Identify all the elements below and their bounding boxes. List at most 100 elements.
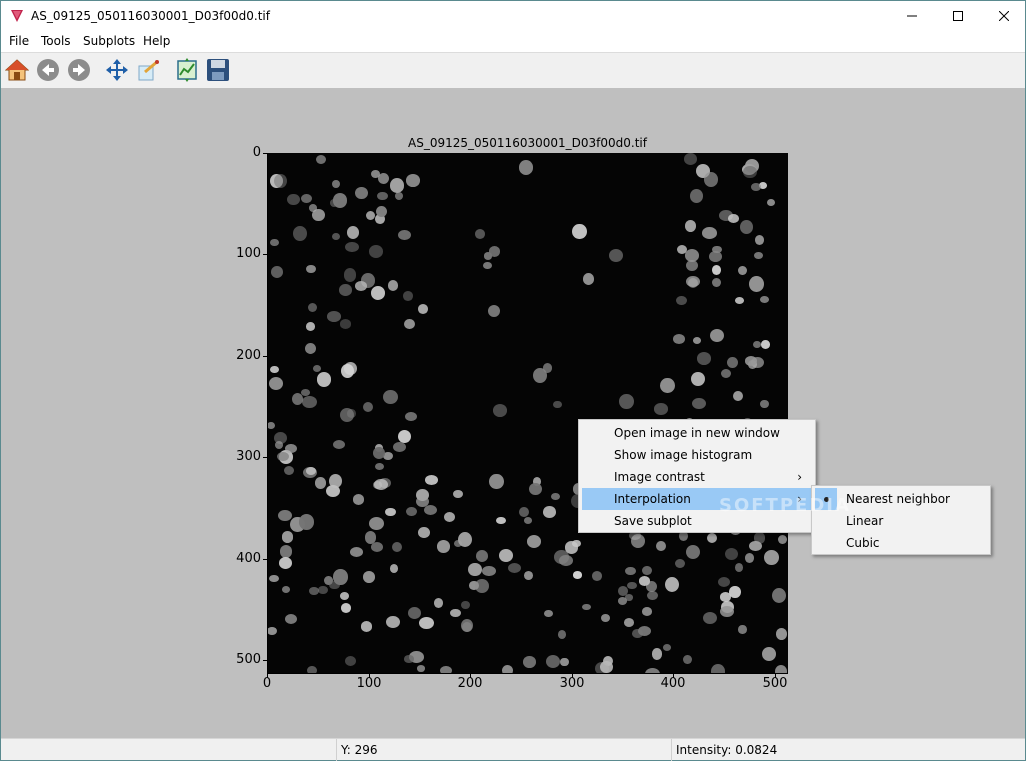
menu-file[interactable]: File <box>9 34 29 48</box>
cell-nucleus <box>374 479 389 490</box>
cell-nucleus <box>375 463 385 471</box>
cell-nucleus <box>692 336 702 344</box>
ctx-item-label: Show image histogram <box>614 448 753 462</box>
cell-nucleus <box>704 172 718 187</box>
cell-nucleus <box>685 276 700 288</box>
cell-nucleus <box>702 227 717 239</box>
cell-nucleus <box>453 490 463 499</box>
menu-help[interactable]: Help <box>143 34 170 48</box>
zoom-button[interactable] <box>136 57 162 83</box>
cell-nucleus <box>304 343 316 354</box>
cell-nucleus <box>744 356 757 366</box>
forward-icon <box>68 59 90 81</box>
y-tick-label: 100 <box>236 246 261 261</box>
cell-nucleus <box>733 390 743 401</box>
cell-nucleus <box>720 606 734 618</box>
cell-nucleus <box>360 621 372 632</box>
cell-nucleus <box>339 591 349 601</box>
forward-button[interactable] <box>66 57 92 83</box>
ctx-open-new-window[interactable]: Open image in new window <box>582 422 812 444</box>
ctx-show-histogram[interactable]: Show image histogram <box>582 444 812 466</box>
cell-nucleus <box>529 482 543 496</box>
cell-nucleus <box>727 356 738 368</box>
cell-nucleus <box>371 541 384 553</box>
cell-nucleus <box>660 378 676 394</box>
title-bar[interactable]: AS_09125_050116030001_D03f00d0.tif <box>1 1 1025 31</box>
ctx-item-label: Open image in new window <box>614 426 780 440</box>
cell-nucleus <box>560 657 569 667</box>
cell-nucleus <box>305 467 316 475</box>
cell-nucleus <box>488 246 500 257</box>
cell-nucleus <box>406 174 420 187</box>
save-button[interactable] <box>205 57 231 83</box>
cell-nucleus <box>326 311 342 323</box>
cell-nucleus <box>299 514 314 530</box>
maximize-icon <box>953 11 963 21</box>
ctx-item-label: Interpolation <box>614 492 691 506</box>
cell-nucleus <box>460 600 470 610</box>
cell-nucleus <box>523 656 536 668</box>
cell-nucleus <box>312 365 322 373</box>
ctx-item-label: Save subplot <box>614 514 692 528</box>
cell-nucleus <box>305 264 316 273</box>
cell-nucleus <box>600 660 613 673</box>
cell-nucleus <box>316 372 332 387</box>
cell-nucleus <box>492 403 508 417</box>
interp-cubic[interactable]: Cubic <box>815 532 987 554</box>
app-window: AS_09125_050116030001_D03f00d0.tif File … <box>0 0 1026 761</box>
cell-nucleus <box>656 541 666 552</box>
cell-nucleus <box>683 153 697 165</box>
cell-nucleus <box>418 527 430 538</box>
cell-nucleus <box>682 654 692 665</box>
pan-button[interactable] <box>104 57 130 83</box>
cell-nucleus <box>581 603 591 611</box>
cell-nucleus <box>676 296 687 306</box>
cell-nucleus <box>345 655 357 666</box>
x-tick-label: 300 <box>559 676 585 691</box>
ctx-image-contrast[interactable]: Image contrast › <box>582 466 812 488</box>
cell-nucleus <box>315 477 327 489</box>
minimize-icon <box>907 15 917 17</box>
sub-item-label: Cubic <box>846 536 880 550</box>
cell-nucleus <box>418 617 434 630</box>
cell-nucleus <box>373 447 385 459</box>
close-icon <box>999 11 1009 21</box>
cell-nucleus <box>292 226 307 242</box>
cell-nucleus <box>665 576 680 593</box>
cell-nucleus <box>281 585 291 594</box>
minimize-button[interactable] <box>889 1 935 31</box>
x-tick-label: 400 <box>660 676 686 691</box>
configure-subplots-button[interactable] <box>174 57 200 83</box>
back-button[interactable] <box>35 57 61 83</box>
cell-nucleus <box>672 334 685 345</box>
microscopy-image[interactable] <box>267 153 788 674</box>
cell-nucleus <box>738 625 747 634</box>
cell-nucleus <box>778 534 788 544</box>
cell-nucleus <box>717 576 731 588</box>
cell-nucleus <box>371 286 386 301</box>
cell-nucleus <box>734 563 743 573</box>
cell-nucleus <box>557 630 566 639</box>
home-button[interactable] <box>4 57 30 83</box>
cell-nucleus <box>551 493 560 501</box>
ctx-item-label: Image contrast <box>614 470 705 484</box>
cell-nucleus <box>631 534 645 548</box>
cell-nucleus <box>457 532 472 548</box>
cell-nucleus <box>527 535 542 548</box>
cell-nucleus <box>306 322 316 331</box>
cell-nucleus <box>740 220 754 234</box>
cell-nucleus <box>591 571 603 582</box>
figure-canvas[interactable]: AS_09125_050116030001_D03f00d0.tif 0 100… <box>1 88 1025 738</box>
maximize-button[interactable] <box>935 1 981 31</box>
x-tick-label: 500 <box>762 676 788 691</box>
watermark: SOFTPEDIA <box>719 495 851 516</box>
menu-subplots[interactable]: Subplots <box>83 34 135 48</box>
cell-nucleus <box>761 647 776 661</box>
cell-nucleus <box>542 505 557 518</box>
cell-nucleus <box>308 586 319 596</box>
home-icon <box>5 59 29 81</box>
zoom-icon <box>138 59 159 81</box>
cell-nucleus <box>316 154 326 164</box>
menu-tools[interactable]: Tools <box>41 34 71 48</box>
close-button[interactable] <box>981 1 1026 31</box>
